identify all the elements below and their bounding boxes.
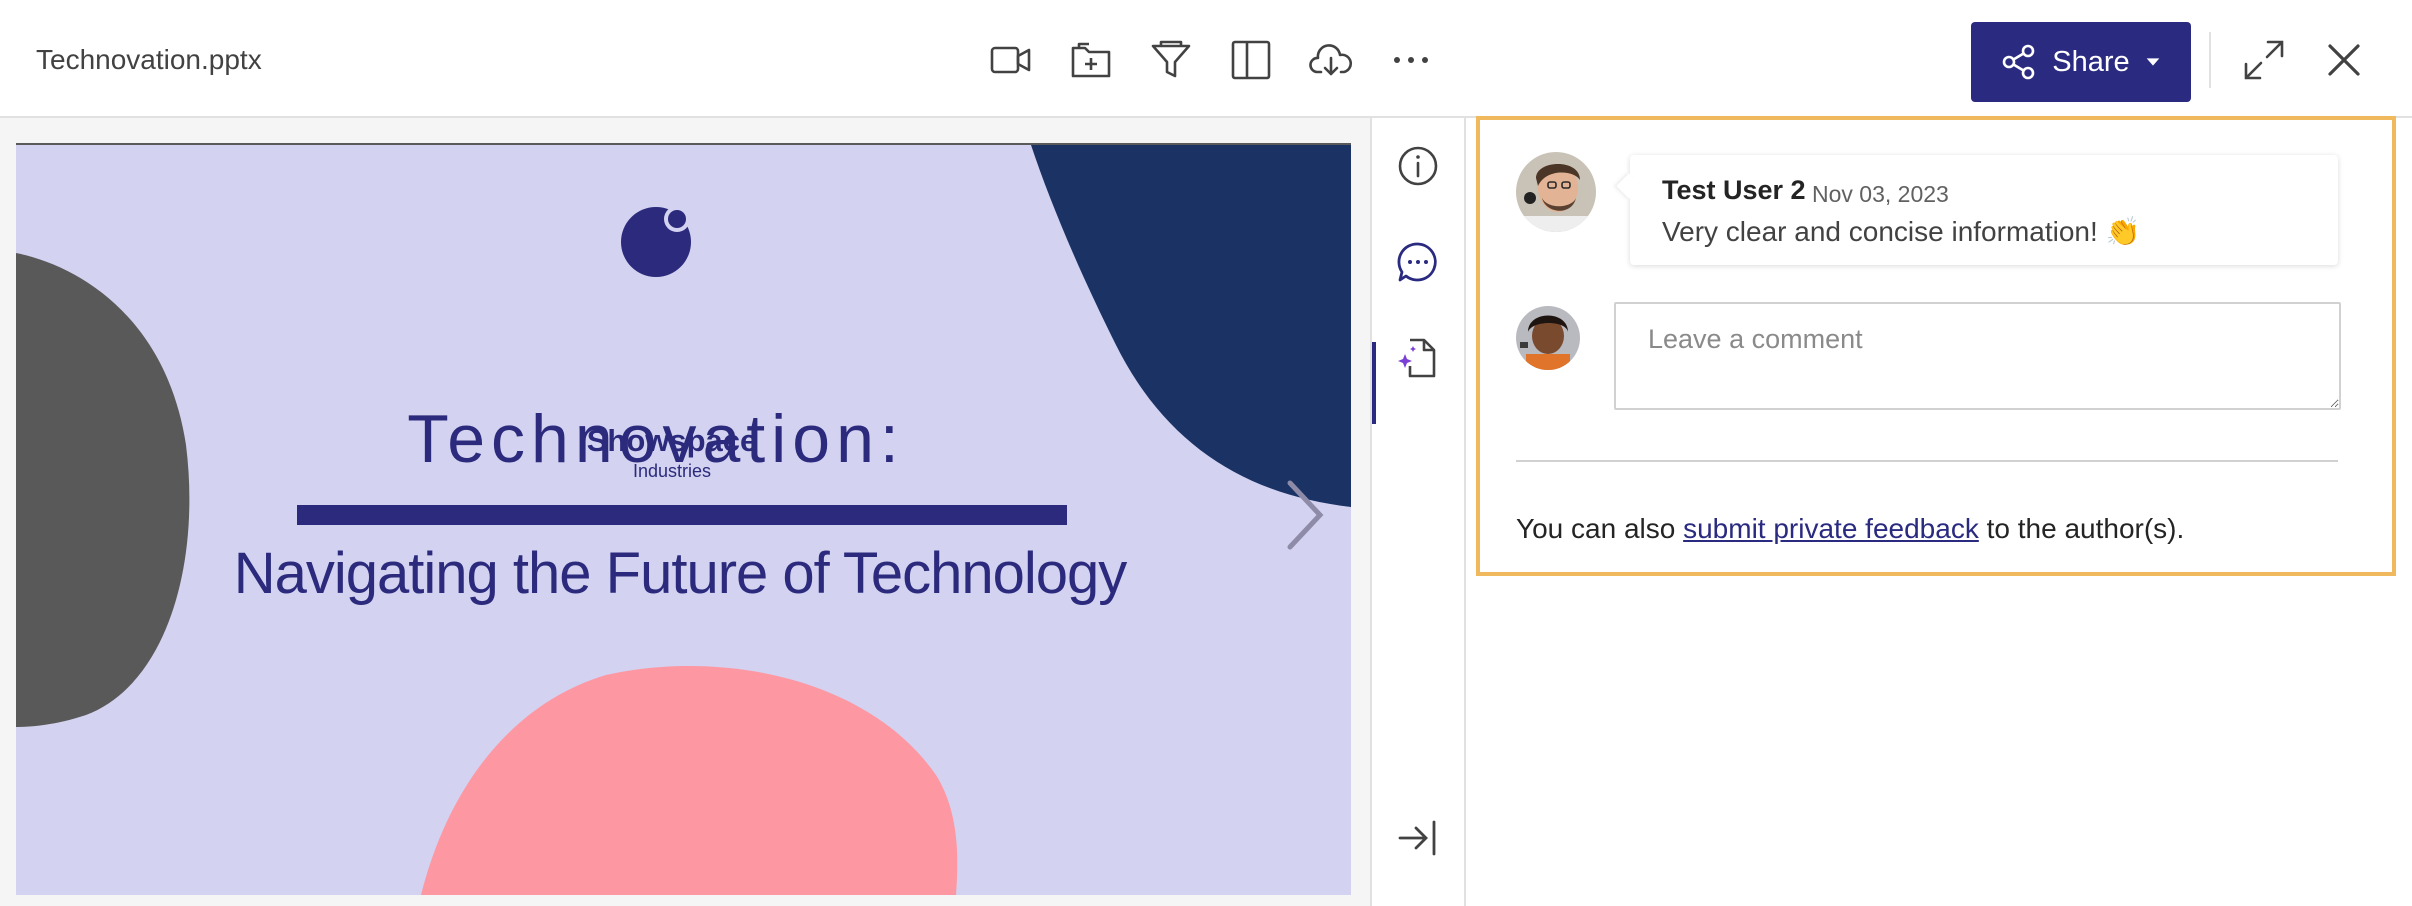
comments-panel: Test User 2 Nov 03, 2023 Very clear and …: [1476, 116, 2396, 576]
share-button[interactable]: Share: [1971, 22, 2191, 102]
expand-icon[interactable]: [2240, 36, 2288, 84]
comment-date: Nov 03, 2023: [1812, 181, 1949, 207]
funnel-icon[interactable]: [1147, 36, 1195, 84]
comment-author: Test User 2: [1662, 175, 1806, 205]
share-icon: [2002, 44, 2035, 80]
slide-background: [16, 145, 1351, 895]
current-user-avatar: [1516, 306, 1580, 370]
comment-text: Very clear and concise information!: [1662, 216, 2098, 247]
private-feedback-note: You can also submit private feedback to …: [1516, 513, 2184, 545]
info-icon[interactable]: [1394, 142, 1442, 190]
private-feedback-prefix: You can also: [1516, 513, 1676, 544]
clapping-hands-emoji: 👏: [2105, 216, 2141, 247]
comment-input[interactable]: [1614, 302, 2341, 410]
comment-card: Test User 2 Nov 03, 2023 Very clear and …: [1630, 155, 2338, 265]
divider: [2209, 32, 2211, 88]
document-sparkle-icon[interactable]: [1394, 334, 1442, 382]
side-rail: [1370, 118, 1466, 906]
more-horizontal-icon[interactable]: [1387, 36, 1435, 84]
video-camera-icon[interactable]: [987, 36, 1035, 84]
active-tab-indicator: [1372, 342, 1376, 424]
divider: [1516, 460, 2338, 462]
panel-layout-icon[interactable]: [1227, 36, 1275, 84]
top-bar: Technovation.pptx Share: [0, 0, 2412, 118]
private-feedback-suffix: to the author(s).: [1986, 513, 2185, 544]
slide-subtitle: Navigating the Future of Technology: [233, 541, 1128, 606]
comments-icon[interactable]: [1394, 238, 1442, 286]
comment-text-row: Very clear and concise information! 👏: [1662, 215, 2140, 248]
next-slide-icon[interactable]: [1280, 475, 1328, 555]
share-label: Share: [2052, 45, 2130, 78]
close-icon[interactable]: [2320, 36, 2368, 84]
chevron-down-icon: [2146, 58, 2159, 66]
slide-title: Technovation:: [407, 401, 905, 477]
slide-preview[interactable]: Showspace Industries: [16, 143, 1351, 895]
private-feedback-link[interactable]: submit private feedback: [1683, 513, 1979, 544]
folder-add-icon[interactable]: [1067, 36, 1115, 84]
file-name: Technovation.pptx: [36, 44, 262, 75]
cloud-download-icon[interactable]: [1307, 36, 1355, 84]
collapse-panel-icon[interactable]: [1394, 814, 1442, 862]
avatar: [1516, 152, 1596, 232]
